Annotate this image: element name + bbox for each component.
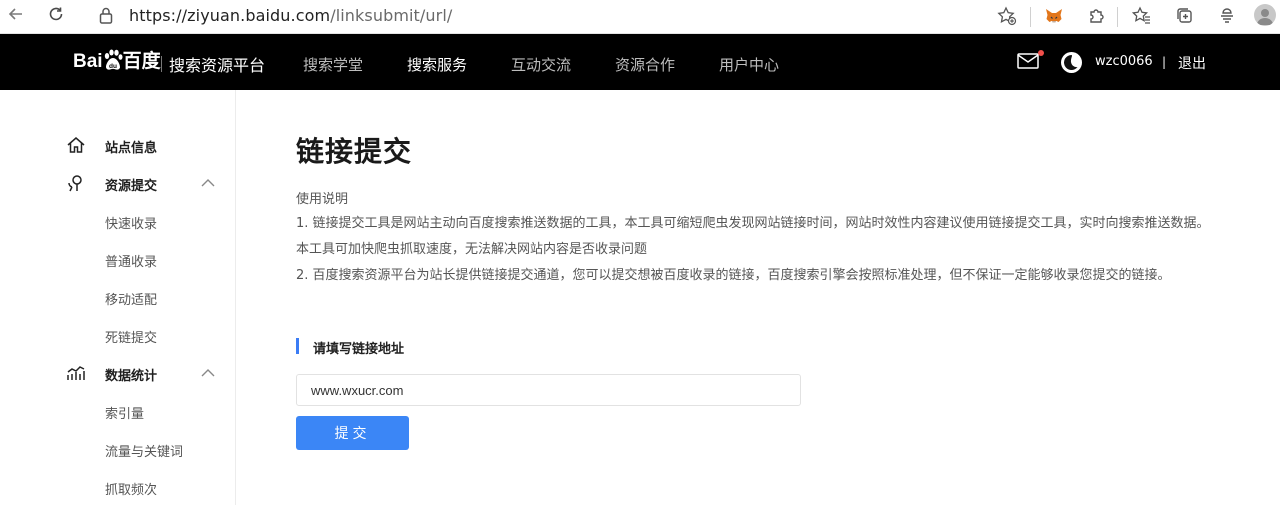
sidebar-subitem-normal-index[interactable]: 普通收录 <box>105 251 157 270</box>
mail-icon[interactable] <box>1017 53 1039 69</box>
metamask-fox-icon[interactable] <box>1043 6 1065 28</box>
sidebar-subitem-index-volume[interactable]: 索引量 <box>105 403 144 422</box>
logo-cn: 百度 <box>122 51 161 72</box>
url-domain: https://ziyuan.baidu.com <box>129 6 331 25</box>
toolbar-divider <box>1030 7 1031 27</box>
section-label: 请填写链接地址 <box>313 342 405 357</box>
nav-search-academy[interactable]: 搜索学堂 <box>303 54 363 75</box>
notification-dot <box>1038 50 1044 56</box>
bookmark-add-icon[interactable] <box>996 6 1018 28</box>
sidebar-subitem-deadlink-submit[interactable]: 死链提交 <box>105 327 157 346</box>
instruction-item-2: 2. 百度搜索资源平台为站长提供链接提交通道，您可以提交想被百度收录的链接，百度… <box>296 268 1171 283</box>
home-icon <box>67 137 85 153</box>
favorites-icon[interactable] <box>1131 6 1153 28</box>
reload-icon[interactable] <box>44 5 68 29</box>
svg-text:du: du <box>109 63 117 70</box>
browser-toolbar: https://ziyuan.baidu.com/linksubmit/url/ <box>0 0 1280 34</box>
back-icon[interactable] <box>4 5 28 29</box>
username[interactable]: wzc0066 <box>1095 54 1153 69</box>
sidebar-subitem-traffic-keywords[interactable]: 流量与关键词 <box>105 441 183 460</box>
page-title: 链接提交 <box>296 135 413 168</box>
baidu-logo[interactable]: Bai du 百度 <box>73 48 161 76</box>
sidebar-subitem-fast-index[interactable]: 快速收录 <box>105 213 157 232</box>
browser-essentials-icon[interactable] <box>1216 6 1238 28</box>
sidebar-item-label: 站点信息 <box>105 141 158 156</box>
site-header: Bai du 百度 搜索资源平台 搜索学堂 搜索服务 互动交流 资源合作 用户中心 … <box>0 34 1280 90</box>
nav-search-service[interactable]: 搜索服务 <box>407 54 467 75</box>
sidebar-item-data-stats[interactable]: 数据统计 <box>0 358 235 388</box>
baidu-paw-icon: du <box>104 49 123 70</box>
logout-link[interactable]: 退出 <box>1178 53 1206 73</box>
chevron-up-icon[interactable] <box>200 367 216 379</box>
address-bar[interactable]: https://ziyuan.baidu.com/linksubmit/url/ <box>129 6 452 25</box>
instructions-title: 使用说明 <box>296 192 349 207</box>
stats-icon <box>67 366 85 380</box>
header-separator: | <box>1162 55 1167 69</box>
profile-avatar[interactable] <box>1254 4 1276 26</box>
instruction-item-1: 1. 链接提交工具是网站主动向百度搜索推送数据的工具，本工具可缩短爬虫发现网站链… <box>296 216 1210 257</box>
logo-text: Bai <box>73 51 103 72</box>
sidebar-item-site-info[interactable]: 站点信息 <box>0 130 235 160</box>
extensions-icon[interactable] <box>1086 6 1108 28</box>
sidebar: 站点信息 资源提交 快速收录 普通收录 移动适配 死链提交 数据统计 索引量 流… <box>0 90 236 505</box>
sidebar-subitem-crawl-frequency[interactable]: 抓取频次 <box>105 479 157 498</box>
nav-interaction[interactable]: 互动交流 <box>511 54 571 75</box>
user-avatar[interactable] <box>1061 52 1082 73</box>
link-url-input[interactable] <box>296 374 801 406</box>
sidebar-item-label: 资源提交 <box>105 179 158 194</box>
sidebar-item-label: 数据统计 <box>105 369 158 384</box>
collections-icon[interactable] <box>1174 6 1196 28</box>
nav-resource-cooperation[interactable]: 资源合作 <box>615 54 675 75</box>
section-accent-bar <box>296 338 299 354</box>
sidebar-subitem-mobile-adapt[interactable]: 移动适配 <box>105 289 157 308</box>
submit-button[interactable]: 提交 <box>296 416 409 450</box>
nav-user-center[interactable]: 用户中心 <box>719 54 779 75</box>
sidebar-item-resource-submit[interactable]: 资源提交 <box>0 168 235 198</box>
url-path: /linksubmit/url/ <box>330 6 453 25</box>
chevron-up-icon[interactable] <box>200 177 216 189</box>
resource-submit-icon <box>68 175 82 192</box>
lock-icon[interactable] <box>98 5 118 29</box>
logo-divider <box>161 56 162 72</box>
platform-name[interactable]: 搜索资源平台 <box>169 52 265 76</box>
toolbar-divider <box>1117 7 1118 27</box>
